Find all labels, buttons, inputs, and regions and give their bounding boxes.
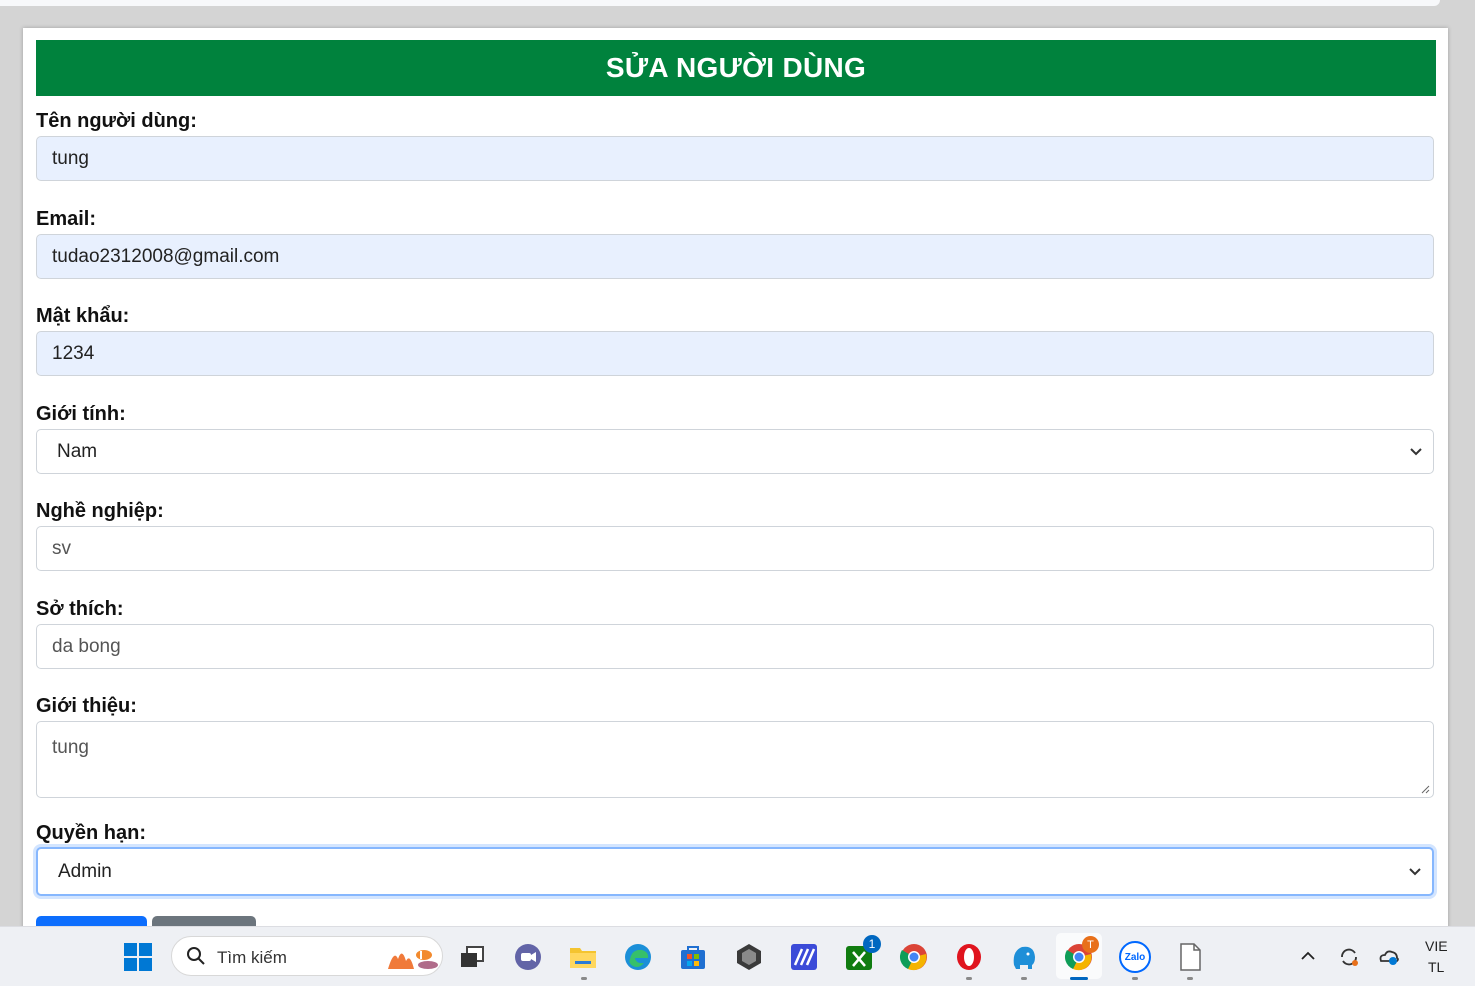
language-indicator-line1[interactable]: VIE bbox=[1425, 938, 1448, 954]
gender-label: Giới tính: bbox=[36, 403, 126, 425]
email-label: Email: bbox=[36, 208, 97, 230]
username-label: Tên người dùng: bbox=[36, 110, 197, 132]
username-value: tung bbox=[52, 147, 89, 169]
chrome-profile-badge: T bbox=[1082, 936, 1099, 953]
intro-value: tung bbox=[52, 737, 89, 758]
hobby-input[interactable]: da bong bbox=[36, 624, 1434, 669]
xbox-notification-badge: 1 bbox=[863, 935, 881, 953]
coral-reef-icon bbox=[388, 950, 438, 969]
password-value: 1234 bbox=[52, 342, 95, 364]
occupation-label: Nghề nghiệp: bbox=[36, 500, 164, 522]
intro-label: Giới thiệu: bbox=[36, 695, 137, 717]
password-input[interactable]: 1234 bbox=[36, 331, 1434, 376]
page-title: SỬA NGƯỜI DÙNG bbox=[36, 40, 1436, 96]
hobby-value: da bong bbox=[52, 635, 121, 657]
app-icon[interactable] bbox=[733, 941, 765, 973]
edit-user-card: SỬA NGƯỜI DÙNG Tên người dùng: tung Emai… bbox=[23, 28, 1448, 938]
chevron-up-icon[interactable] bbox=[1300, 949, 1316, 963]
role-select[interactable]: Admin bbox=[36, 847, 1434, 896]
role-value: Admin bbox=[58, 860, 112, 882]
teams-icon[interactable] bbox=[512, 941, 544, 973]
onedrive-icon[interactable] bbox=[1377, 945, 1401, 969]
windows-taskbar: Tìm kiếm 1 T Zalo VIE TL bbox=[0, 926, 1475, 986]
taskbar-search-box[interactable]: Tìm kiếm bbox=[171, 936, 443, 976]
password-label: Mật khẩu: bbox=[36, 305, 130, 327]
gender-value: Nam bbox=[57, 440, 98, 462]
running-indicator bbox=[966, 977, 972, 980]
notepad-icon[interactable] bbox=[1174, 941, 1206, 973]
running-indicator bbox=[581, 977, 587, 980]
language-indicator-line2[interactable]: TL bbox=[1428, 959, 1444, 975]
zalo-icon[interactable]: Zalo bbox=[1119, 941, 1151, 973]
running-indicator bbox=[1021, 977, 1027, 980]
search-placeholder: Tìm kiếm bbox=[217, 948, 287, 967]
resize-grip-icon[interactable] bbox=[1420, 784, 1430, 794]
file-explorer-icon[interactable] bbox=[567, 941, 599, 973]
username-input[interactable]: tung bbox=[36, 136, 1434, 181]
task-view-icon[interactable] bbox=[457, 941, 489, 973]
email-input[interactable]: tudao2312008@gmail.com bbox=[36, 234, 1434, 279]
occupation-value: sv bbox=[52, 537, 71, 559]
sync-icon[interactable] bbox=[1337, 945, 1361, 969]
chrome-icon[interactable] bbox=[898, 941, 930, 973]
opera-icon[interactable] bbox=[953, 941, 985, 973]
chevron-down-icon bbox=[1410, 447, 1422, 455]
windows-start-icon[interactable] bbox=[122, 941, 154, 973]
chevron-down-icon bbox=[1409, 867, 1421, 875]
email-value: tudao2312008@gmail.com bbox=[52, 245, 280, 267]
hobby-label: Sở thích: bbox=[36, 598, 124, 620]
search-icon bbox=[187, 947, 205, 965]
stack-icon[interactable] bbox=[788, 941, 820, 973]
elephant-icon[interactable] bbox=[1008, 941, 1040, 973]
running-indicator bbox=[1132, 977, 1138, 980]
intro-textarea[interactable]: tung bbox=[36, 721, 1434, 798]
edge-icon[interactable] bbox=[622, 941, 654, 973]
store-icon[interactable] bbox=[677, 941, 709, 973]
running-indicator bbox=[1187, 977, 1193, 980]
browser-top-strip bbox=[0, 0, 1475, 14]
gender-select[interactable]: Nam bbox=[36, 429, 1434, 474]
occupation-input[interactable]: sv bbox=[36, 526, 1434, 571]
active-indicator bbox=[1070, 977, 1088, 980]
role-label: Quyền hạn: bbox=[36, 822, 147, 844]
